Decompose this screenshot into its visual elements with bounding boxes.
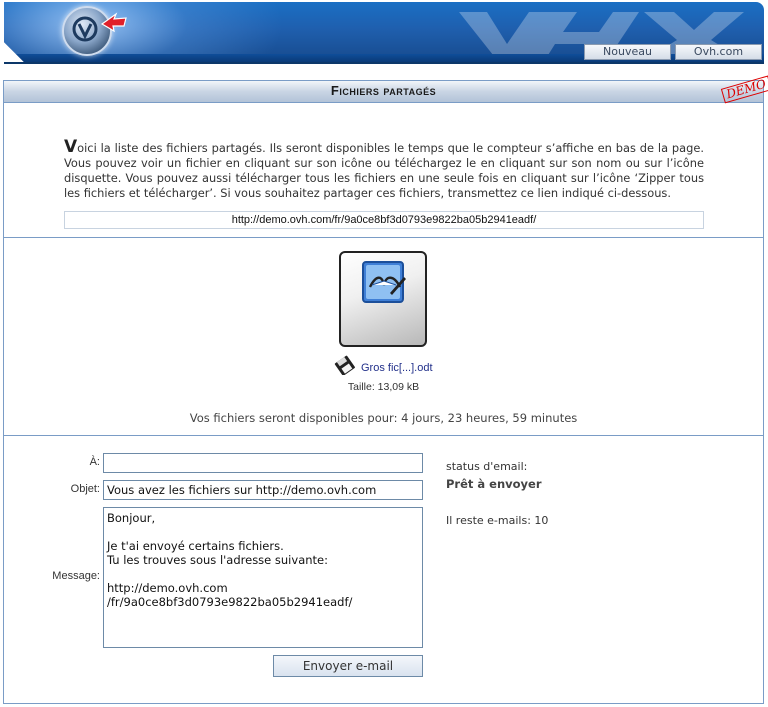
shared-files-panel: Fichiers partagés DEMO Voici la liste de… — [3, 75, 768, 704]
section-divider — [4, 237, 763, 238]
openoffice-writer-icon[interactable] — [362, 261, 406, 305]
remaining-emails: Il reste e-mails: 10 — [446, 514, 549, 527]
message-textarea[interactable]: Bonjour, Je t'ai envoyé certains fichier… — [103, 507, 423, 648]
file-preview-tile[interactable] — [339, 251, 427, 347]
red-arrow-icon — [100, 12, 127, 33]
subject-input[interactable]: Vous avez les fichiers sur http://demo.o… — [103, 480, 423, 500]
message-label: Message: — [52, 570, 100, 582]
intro-paragraph: Voici la liste des fichiers partagés. Il… — [64, 137, 704, 201]
send-email-button[interactable]: Envoyer e-mail — [273, 655, 423, 677]
nouveau-button[interactable]: Nouveau — [584, 44, 671, 60]
file-name-link[interactable]: Gros fic[...].odt — [361, 362, 433, 374]
intro-drop-cap: V — [64, 137, 78, 157]
file-size: Taille: 13,09 kB — [347, 381, 420, 393]
intro-text: oici la liste des fichiers partagés. Ils… — [64, 141, 704, 200]
email-status-value: Prêt à envoyer — [446, 477, 542, 491]
section-divider — [4, 435, 763, 436]
floppy-disk-icon[interactable] — [334, 355, 356, 375]
ovh-com-button[interactable]: Ovh.com — [675, 44, 762, 60]
site-header: Nouveau Ovh.com — [4, 2, 764, 64]
panel-title-bar: Fichiers partagés DEMO — [4, 75, 768, 104]
recipient-input[interactable] — [103, 453, 423, 473]
demo-stamp: DEMO — [720, 75, 768, 104]
availability-countdown: Vos fichiers seront disponibles pour: 4 … — [189, 411, 578, 425]
to-label: À: — [89, 456, 100, 468]
email-status-label: status d'email: — [446, 460, 528, 473]
subject-label: Objet: — [70, 483, 100, 495]
share-link-field[interactable]: http://demo.ovh.com/fr/9a0ce8bf3d0793e98… — [64, 211, 704, 229]
page-title: Fichiers partagés — [330, 83, 437, 98]
